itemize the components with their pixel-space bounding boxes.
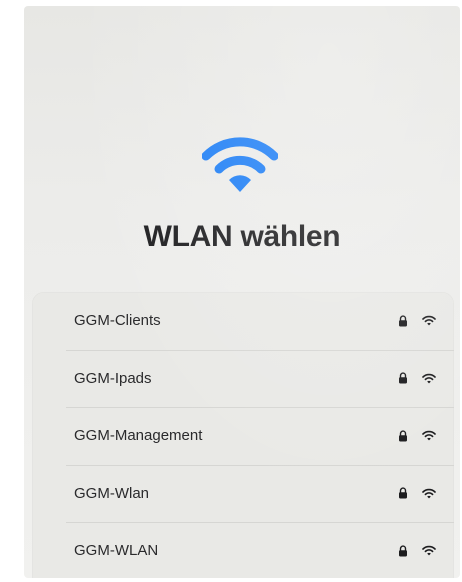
- network-name: GGM-Wlan: [74, 484, 149, 502]
- network-row-ggm-management[interactable]: GGM-Management: [32, 407, 454, 465]
- lock-icon: [399, 545, 407, 557]
- wifi-signal-icon: [422, 488, 436, 499]
- network-name: GGM-Clients: [74, 312, 161, 330]
- wifi-icon: [202, 137, 278, 192]
- page-title: WLAN wählen: [143, 220, 341, 253]
- network-row-ggm-ipads[interactable]: GGM-Ipads: [32, 349, 454, 408]
- network-list: GGM-Clients GGM-Ipads GGM-Management GGM…: [32, 292, 454, 578]
- wifi-signal-icon: [422, 373, 436, 384]
- photo-frame: WLAN wählen GGM-Clients GGM-Ipads GGM-Ma…: [0, 0, 462, 582]
- lock-icon: [399, 430, 407, 442]
- wifi-signal-icon: [422, 545, 436, 556]
- lock-icon: [399, 487, 407, 499]
- setup-screen: WLAN wählen GGM-Clients GGM-Ipads GGM-Ma…: [24, 6, 460, 578]
- network-row-ggm-wlan-upper[interactable]: GGM-WLAN: [32, 522, 454, 578]
- network-name: GGM-Ipads: [74, 369, 152, 387]
- lock-icon: [399, 372, 407, 384]
- lock-icon: [399, 315, 407, 327]
- network-row-ggm-clients[interactable]: GGM-Clients: [32, 292, 454, 350]
- network-name: GGM-WLAN: [74, 542, 159, 560]
- network-row-ggm-wlan[interactable]: GGM-Wlan: [32, 464, 454, 523]
- wifi-signal-icon: [422, 315, 436, 326]
- wifi-signal-icon: [422, 430, 436, 441]
- network-name: GGM-Management: [74, 427, 203, 445]
